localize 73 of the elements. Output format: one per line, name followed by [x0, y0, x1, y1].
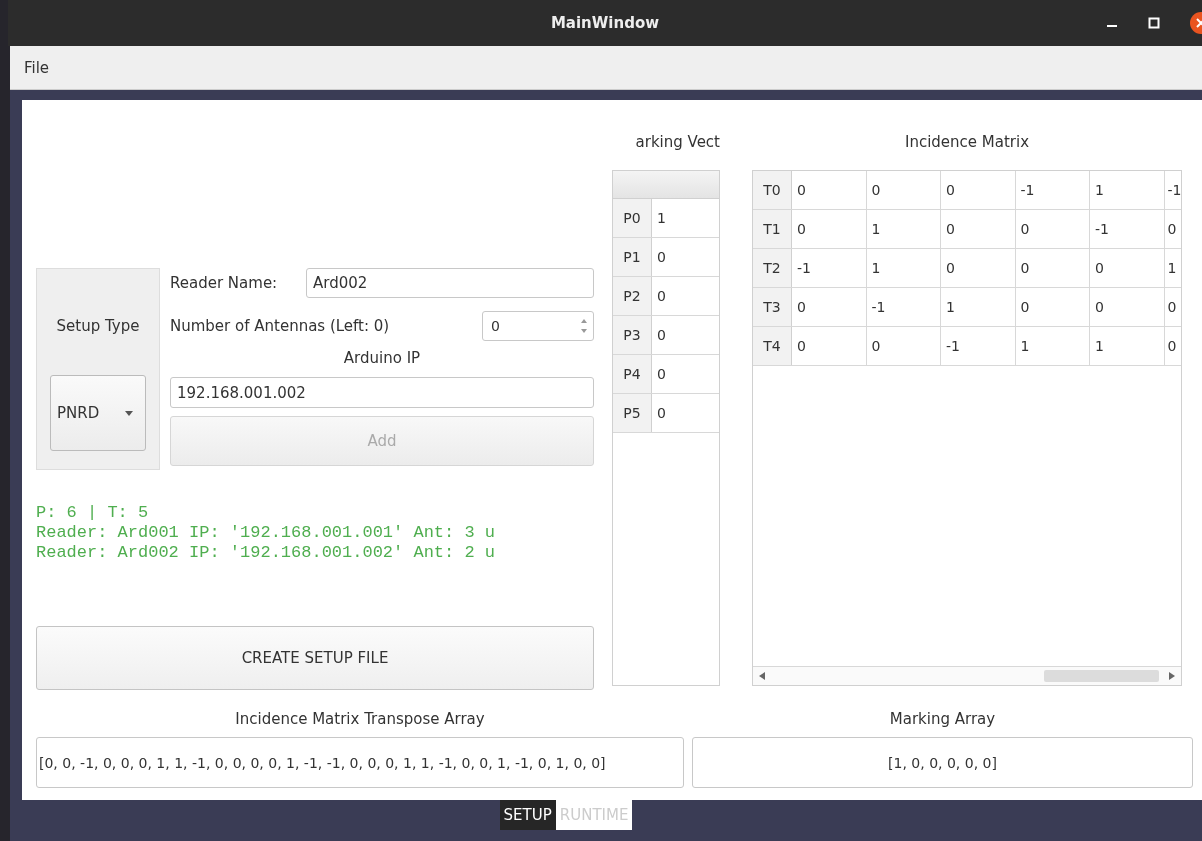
- scroll-left-icon[interactable]: [759, 672, 765, 680]
- table-cell-text: 0: [1166, 298, 1178, 317]
- table-cell: 0: [792, 210, 867, 248]
- table-cell-text: 1: [1166, 259, 1178, 278]
- log-line: P: 6 | T: 5: [36, 503, 150, 523]
- marking-vector-title: arking Vect: [635, 133, 720, 153]
- table-cell: 1: [866, 249, 941, 287]
- table-cell-text: 0: [1166, 220, 1178, 239]
- table-cell-text: 1: [656, 209, 667, 228]
- setup-type-label: Setup Type: [56, 317, 140, 335]
- log-line: Reader: Ard002 IP: '192.168.001.002' Ant: 2 u: [36, 543, 497, 563]
- table-cell: 0: [792, 327, 867, 365]
- setup-type-dropdown[interactable]: PNRD: [50, 375, 146, 451]
- maximize-icon[interactable]: [1148, 17, 1160, 29]
- marking-array-field[interactable]: [1, 0, 0, 0, 0, 0]: [692, 737, 1193, 788]
- row-header: P4: [613, 355, 652, 393]
- antennas-label: Number of Antennas (Left: 0): [170, 317, 390, 335]
- table-cell: 1: [941, 288, 1016, 326]
- reader-name-field[interactable]: Ard002: [306, 268, 594, 298]
- table-cell-text: -1: [1166, 181, 1181, 200]
- row-header: T2: [753, 249, 792, 287]
- marking-array-label: Marking Array: [889, 710, 996, 728]
- horizontal-scrollbar[interactable]: [753, 666, 1181, 685]
- table-cell-text: 0: [656, 326, 667, 345]
- table-cell: 1: [866, 210, 941, 248]
- row-header: P1: [613, 238, 652, 276]
- table-cell: 0: [941, 171, 1016, 209]
- log-line: Reader: Ard001 IP: '192.168.001.001' Ant: 3 u: [36, 523, 497, 543]
- table-cell: 0: [1015, 249, 1090, 287]
- table-cell: 1: [1090, 171, 1165, 209]
- row-header: P2: [613, 277, 652, 315]
- table-cell: -1: [1015, 171, 1090, 209]
- table-cell: 1: [1015, 327, 1090, 365]
- table-cell: 0: [792, 171, 867, 209]
- antennas-spinbox[interactable]: 0: [482, 311, 594, 341]
- table-cell: 0: [1015, 288, 1090, 326]
- table-cell-text: 0: [656, 287, 667, 306]
- row-header: P3: [613, 316, 652, 354]
- row-header: T0: [753, 171, 792, 209]
- table-cell: 0: [866, 171, 941, 209]
- table-cell-text: 0: [656, 404, 667, 423]
- window-title: MainWindow: [550, 14, 660, 32]
- row-header: P0: [613, 199, 652, 237]
- tab[interactable]: SETUP: [499, 800, 556, 830]
- table-cell: -1: [941, 327, 1016, 365]
- table-cell-text: 0: [656, 248, 667, 267]
- create-setup-file-button[interactable]: CREATE SETUP FILE: [36, 626, 594, 690]
- table-cell: 0: [941, 249, 1016, 287]
- incidence-matrix-title: Incidence Matrix: [904, 133, 1030, 151]
- table-cell-text: 0: [1166, 337, 1178, 356]
- row-header: T1: [753, 210, 792, 248]
- table-cell: 0: [866, 327, 941, 365]
- scroll-right-icon[interactable]: [1169, 672, 1175, 680]
- transpose-array-label: Incidence Matrix Transpose Array: [235, 710, 485, 728]
- table-cell: -1: [866, 288, 941, 326]
- table-cell: 1: [1090, 327, 1165, 365]
- transpose-array-field[interactable]: [0, 0, -1, 0, 0, 0, 1, 1, -1, 0, 0, 0, 0, 1, -1, -1, 0, 0, 0, 1, 1, -1, 0, 0, 1, -1, 0, 1, 0, 0]: [36, 737, 684, 788]
- arduino-ip-field[interactable]: 192.168.001.002: [170, 377, 594, 408]
- table-cell: 0: [1015, 210, 1090, 248]
- menu-item[interactable]: File: [24, 58, 50, 77]
- table-cell: 0: [941, 210, 1016, 248]
- table-cell: 0: [792, 288, 867, 326]
- row-header: T3: [753, 288, 792, 326]
- row-header: P5: [613, 394, 652, 432]
- table-cell: -1: [792, 249, 867, 287]
- caret-icon: [125, 410, 133, 416]
- arduino-ip-label: Arduino IP: [342, 349, 422, 367]
- table-cell: 0: [1090, 288, 1165, 326]
- table-cell-text: 0: [656, 365, 667, 384]
- reader-name-label: Reader Name:: [170, 274, 278, 292]
- table-cell: -1: [1090, 210, 1165, 248]
- row-header: T4: [753, 327, 792, 365]
- table-cell: 0: [1090, 249, 1165, 287]
